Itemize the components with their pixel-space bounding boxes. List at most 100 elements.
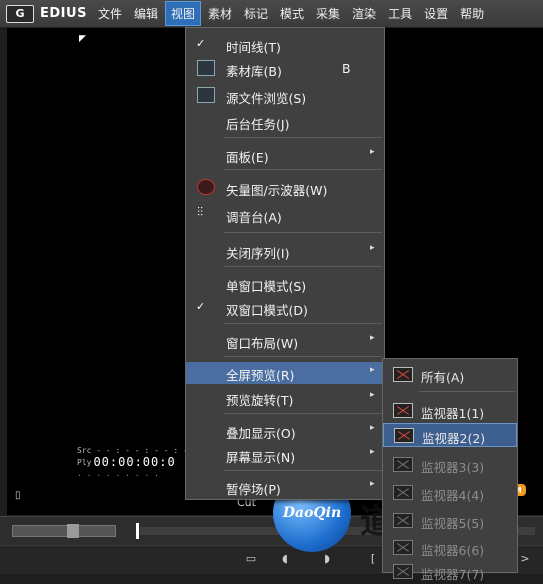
- monitor-icon: [394, 428, 414, 443]
- monitor-icon: [393, 540, 413, 555]
- submenu-arrow-icon: ▸: [370, 147, 375, 157]
- submenu-item-label: 所有(A): [421, 370, 465, 385]
- left-marker-icon: ▯: [15, 490, 21, 501]
- check-icon: ✓: [196, 37, 206, 50]
- menu-item-bin[interactable]: 素材库(B) B: [186, 58, 384, 80]
- submenu-item-monitor-4[interactable]: 监视器4(4): [383, 481, 517, 505]
- menu-separator: [224, 413, 382, 414]
- monitor-icon: [393, 513, 413, 528]
- menu-separator: [224, 137, 382, 138]
- app-name: EDIUS: [40, 6, 87, 21]
- menu-item-label: 窗口布局(W): [226, 336, 299, 351]
- submenu-item-label: 监视器5(5): [421, 516, 485, 531]
- menu-item-label: 面板(E): [226, 150, 269, 165]
- bin-icon: [197, 60, 215, 76]
- menu-item-label: 预览旋转(T): [226, 393, 294, 408]
- menu-separator: [224, 169, 382, 170]
- export-icon[interactable]: ▭: [242, 552, 260, 566]
- view-menu-dropdown: ✓ 时间线(T) 素材库(B) B 源文件浏览(S) 后台任务(J) 面板(E)…: [185, 27, 385, 500]
- timecode-display: Src - - : - - : - - : - - Ply 00:00:00:0…: [77, 446, 197, 478]
- menu-item-source-browser[interactable]: 源文件浏览(S): [186, 85, 384, 107]
- menu-item-label: 暂停场(P): [226, 482, 281, 497]
- monitor-icon: [393, 485, 413, 500]
- menu-edit[interactable]: 编辑: [129, 2, 163, 25]
- monitor-icon: [393, 564, 413, 579]
- menu-clip[interactable]: 素材: [203, 2, 237, 25]
- menubar: G EDIUS 文件 编辑 视图 素材 标记 模式 采集 渲染 工具 设置 帮助: [0, 0, 543, 28]
- timecode-ply: Ply 00:00:00:0: [77, 455, 197, 469]
- submenu-arrow-icon: ▸: [370, 423, 375, 433]
- menu-render[interactable]: 渲染: [347, 2, 381, 25]
- menu-item-fullscreen-preview[interactable]: 全屏预览(R) ▸: [186, 362, 384, 384]
- submenu-item-all[interactable]: 所有(A): [383, 363, 517, 387]
- submenu-item-monitor-5[interactable]: 监视器5(5): [383, 509, 517, 533]
- menu-item-label: 关闭序列(I): [226, 246, 290, 261]
- menu-item-vectorscope[interactable]: 矢量图/示波器(W): [186, 177, 384, 199]
- submenu-separator: [419, 391, 515, 392]
- menu-mode[interactable]: 模式: [275, 2, 309, 25]
- set-in-icon[interactable]: ◖: [276, 552, 294, 566]
- check-icon: ✓: [196, 300, 206, 313]
- menu-separator: [224, 232, 382, 233]
- submenu-arrow-icon: ▸: [370, 333, 375, 343]
- submenu-arrow-icon: ▸: [370, 390, 375, 400]
- menu-item-close-sequence[interactable]: 关闭序列(I) ▸: [186, 240, 384, 262]
- menu-help[interactable]: 帮助: [455, 2, 489, 25]
- edius-logo-icon: G: [6, 4, 34, 23]
- next-icon[interactable]: >: [516, 552, 534, 566]
- submenu-item-monitor-2[interactable]: 监视器2(2): [383, 423, 517, 447]
- submenu-arrow-icon: ▸: [370, 447, 375, 457]
- menu-item-background-jobs[interactable]: 后台任务(J): [186, 111, 384, 133]
- submenu-item-label: 监视器2(2): [422, 431, 486, 446]
- source-browser-icon: [197, 87, 215, 103]
- playhead[interactable]: [136, 523, 139, 539]
- submenu-arrow-icon: ▸: [370, 365, 375, 375]
- submenu-item-monitor-1[interactable]: 监视器1(1): [383, 399, 517, 423]
- menu-item-label: 矢量图/示波器(W): [226, 183, 328, 198]
- bracket-icon[interactable]: [: [364, 552, 382, 566]
- monitor-icon: [393, 403, 413, 418]
- shuttle-slider[interactable]: [12, 524, 116, 538]
- menu-item-label: 屏幕显示(N): [226, 450, 296, 465]
- submenu-item-monitor-7[interactable]: 监视器7(7): [383, 560, 517, 584]
- menu-settings[interactable]: 设置: [419, 2, 453, 25]
- menu-item-label: 源文件浏览(S): [226, 91, 307, 106]
- submenu-item-monitor-6[interactable]: 监视器6(6): [383, 536, 517, 560]
- menu-item-pause-field[interactable]: 暂停场(P) ▸: [186, 476, 384, 498]
- set-out-icon[interactable]: ◗: [318, 552, 336, 566]
- monitor-icon: [393, 457, 413, 472]
- menu-capture[interactable]: 采集: [311, 2, 345, 25]
- menu-tools[interactable]: 工具: [383, 2, 417, 25]
- submenu-arrow-icon: ▸: [370, 479, 375, 489]
- menu-item-panel[interactable]: 面板(E) ▸: [186, 144, 384, 166]
- submenu-item-label: 监视器6(6): [421, 543, 485, 558]
- fullscreen-submenu: 所有(A) 监视器1(1) 监视器2(2) 监视器3(3) 监视器4(4) 监视…: [382, 358, 518, 582]
- submenu-item-monitor-3[interactable]: 监视器3(3): [383, 453, 517, 477]
- submenu-item-label: 监视器1(1): [421, 406, 485, 421]
- menu-item-single-window[interactable]: 单窗口模式(S): [186, 273, 384, 295]
- menu-view[interactable]: 视图: [164, 1, 201, 26]
- menu-item-timeline[interactable]: ✓ 时间线(T): [186, 34, 384, 56]
- menu-item-preview-rotate[interactable]: 预览旋转(T) ▸: [186, 387, 384, 409]
- shuttle-knob[interactable]: [67, 524, 79, 538]
- timecode-ply-label: Ply: [77, 457, 92, 467]
- menu-item-label: 时间线(T): [226, 40, 281, 55]
- menu-item-label: 后台任务(J): [226, 117, 290, 132]
- menu-item-label: 单窗口模式(S): [226, 279, 307, 294]
- menu-item-onscreen-display[interactable]: 屏幕显示(N) ▸: [186, 444, 384, 466]
- menu-item-window-layout[interactable]: 窗口布局(W) ▸: [186, 330, 384, 352]
- menu-separator: [224, 356, 382, 357]
- corner-mark-icon: ◤: [79, 34, 86, 44]
- menu-file[interactable]: 文件: [93, 2, 127, 25]
- shortcut-label: B: [342, 61, 351, 76]
- menu-item-label: 素材库(B): [226, 64, 282, 79]
- menu-marker[interactable]: 标记: [239, 2, 273, 25]
- menu-item-overlay-display[interactable]: 叠加显示(O) ▸: [186, 420, 384, 442]
- submenu-item-label: 监视器7(7): [421, 567, 485, 582]
- menu-item-audio-mixer[interactable]: ⫶⫶ 调音台(A): [186, 204, 384, 226]
- menu-item-dual-window[interactable]: ✓ 双窗口模式(D): [186, 297, 384, 319]
- menu-separator: [224, 470, 382, 471]
- menu-item-label: 双窗口模式(D): [226, 303, 308, 318]
- timecode-ply-value: 00:00:00:0: [93, 455, 176, 469]
- mixer-icon: ⫶⫶: [197, 205, 204, 219]
